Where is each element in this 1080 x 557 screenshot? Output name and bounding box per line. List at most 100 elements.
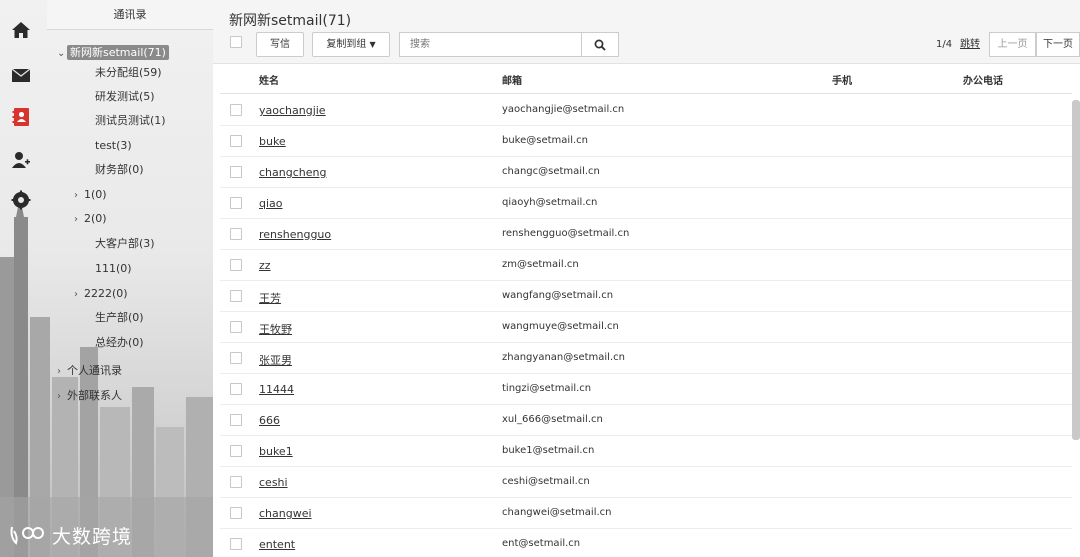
column-header-office-phone[interactable]: 办公电话: [963, 72, 1003, 87]
contact-name-link[interactable]: ceshi: [259, 476, 288, 489]
prev-page-button[interactable]: 上一页: [989, 32, 1036, 57]
tree-header: 通讯录: [47, 0, 213, 30]
tree-item[interactable]: 财务部(0): [85, 161, 144, 179]
tree-item[interactable]: 研发测试(5): [85, 88, 155, 106]
contact-email: changc@setmail.cn: [502, 166, 600, 177]
contact-name-link[interactable]: qiao: [259, 197, 283, 210]
row-checkbox[interactable]: [230, 197, 242, 209]
tree-item[interactable]: ⌄ 新网新setmail(71): [57, 44, 169, 62]
add-user-icon[interactable]: [6, 145, 36, 175]
row-checkbox[interactable]: [230, 321, 242, 333]
tree-item-label: 财务部(0): [95, 163, 144, 176]
contact-email: ceshi@setmail.cn: [502, 476, 590, 487]
table-row[interactable]: 王牧野 wangmuye@setmail.cn: [220, 312, 1072, 343]
table-row[interactable]: buke1 buke1@setmail.cn: [220, 436, 1072, 467]
contact-email: wangfang@setmail.cn: [502, 290, 614, 301]
tree-item[interactable]: › 1(0): [74, 186, 107, 204]
contact-name-link[interactable]: 11444: [259, 383, 294, 396]
main-panel: 新网新setmail(71) 写信 复制到组 ▼ 1/4 跳转 上一页 下一页: [213, 0, 1080, 557]
table-row[interactable]: yaochangjie yaochangjie@setmail.cn: [220, 95, 1072, 126]
contacts-icon[interactable]: [6, 102, 36, 132]
jump-link[interactable]: 跳转: [960, 32, 980, 57]
row-checkbox[interactable]: [230, 228, 242, 240]
toolbar: 新网新setmail(71) 写信 复制到组 ▼ 1/4 跳转 上一页 下一页: [213, 0, 1080, 64]
tree-item[interactable]: 大客户部(3): [85, 235, 155, 253]
contact-name-link[interactable]: entent: [259, 538, 295, 551]
column-header-mobile[interactable]: 手机: [832, 72, 852, 87]
search-icon: [594, 39, 606, 51]
contact-name-link[interactable]: yaochangjie: [259, 104, 326, 117]
table-row[interactable]: zz zm@setmail.cn: [220, 250, 1072, 281]
chevron-icon: ›: [74, 190, 78, 201]
page-indicator: 1/4: [936, 39, 953, 50]
table-row[interactable]: 11444 tingzi@setmail.cn: [220, 374, 1072, 405]
table-header: 姓名 邮箱 手机 办公电话: [220, 64, 1072, 94]
tree-item-label: 研发测试(5): [95, 90, 155, 103]
table-row[interactable]: 666 xul_666@setmail.cn: [220, 405, 1072, 436]
row-checkbox[interactable]: [230, 104, 242, 116]
contact-email: qiaoyh@setmail.cn: [502, 197, 598, 208]
table-row[interactable]: 王芳 wangfang@setmail.cn: [220, 281, 1072, 312]
tree-item[interactable]: 测试员测试(1): [85, 112, 166, 130]
settings-icon[interactable]: [6, 185, 36, 215]
copy-to-group-button[interactable]: 复制到组 ▼: [312, 32, 390, 57]
app-window: 通讯录 ⌄ 新网新setmail(71) 未分配组(59) 研发测试(5) 测试员测试(…: [0, 0, 1080, 557]
contact-email: yaochangjie@setmail.cn: [502, 104, 625, 115]
icon-bar: [0, 0, 42, 557]
table-row[interactable]: qiao qiaoyh@setmail.cn: [220, 188, 1072, 219]
row-checkbox[interactable]: [230, 383, 242, 395]
contact-name-link[interactable]: buke: [259, 135, 286, 148]
row-checkbox[interactable]: [230, 259, 242, 271]
scrollbar[interactable]: [1072, 100, 1080, 440]
tree-item[interactable]: 生产部(0): [85, 309, 144, 327]
row-checkbox[interactable]: [230, 290, 242, 302]
row-checkbox[interactable]: [230, 166, 242, 178]
mail-icon[interactable]: [6, 60, 36, 90]
row-checkbox[interactable]: [230, 507, 242, 519]
tree-item[interactable]: › 2222(0): [74, 285, 128, 303]
search-button[interactable]: [581, 33, 618, 56]
tree-item-label: 1(0): [84, 188, 107, 201]
contact-name-link[interactable]: zz: [259, 259, 271, 272]
table-row[interactable]: ceshi ceshi@setmail.cn: [220, 467, 1072, 498]
table-row[interactable]: changcheng changc@setmail.cn: [220, 157, 1072, 188]
tree-item[interactable]: › 个人通讯录: [57, 362, 122, 380]
contact-name-link[interactable]: 王芳: [259, 290, 281, 306]
table-row[interactable]: 张亚男 zhangyanan@setmail.cn: [220, 343, 1072, 374]
home-icon[interactable]: [6, 15, 36, 45]
row-checkbox[interactable]: [230, 445, 242, 457]
contact-name-link[interactable]: 666: [259, 414, 280, 427]
contact-tree-panel: 通讯录 ⌄ 新网新setmail(71) 未分配组(59) 研发测试(5) 测试员测试(…: [47, 0, 213, 557]
tree-item[interactable]: 总经办(0): [85, 334, 144, 352]
row-checkbox[interactable]: [230, 538, 242, 550]
write-mail-button[interactable]: 写信: [256, 32, 304, 57]
tree-item[interactable]: 未分配组(59): [85, 64, 162, 82]
tree-item-label: 2(0): [84, 212, 107, 225]
table-row[interactable]: entent ent@setmail.cn: [220, 529, 1072, 557]
watermark-logo-icon: [10, 526, 44, 545]
select-all-checkbox[interactable]: [230, 36, 242, 48]
table-row[interactable]: renshengguo renshengguo@setmail.cn: [220, 219, 1072, 250]
column-header-name[interactable]: 姓名: [259, 72, 279, 87]
row-checkbox[interactable]: [230, 135, 242, 147]
table-row[interactable]: changwei changwei@setmail.cn: [220, 498, 1072, 529]
row-checkbox[interactable]: [230, 476, 242, 488]
column-header-email[interactable]: 邮箱: [502, 72, 522, 87]
row-checkbox[interactable]: [230, 414, 242, 426]
row-checkbox[interactable]: [230, 352, 242, 364]
tree-item[interactable]: › 2(0): [74, 210, 107, 228]
search-input[interactable]: [400, 33, 580, 56]
chevron-icon: ›: [57, 391, 61, 402]
tree-item[interactable]: 111(0): [85, 260, 132, 278]
contact-name-link[interactable]: 张亚男: [259, 352, 292, 368]
contact-name-link[interactable]: changwei: [259, 507, 312, 520]
watermark: 大数跨境: [8, 522, 132, 549]
table-row[interactable]: buke buke@setmail.cn: [220, 126, 1072, 157]
tree-item[interactable]: › 外部联系人: [57, 387, 122, 405]
contact-name-link[interactable]: changcheng: [259, 166, 326, 179]
contact-name-link[interactable]: renshengguo: [259, 228, 331, 241]
contact-name-link[interactable]: buke1: [259, 445, 293, 458]
tree-item[interactable]: test(3): [85, 137, 132, 155]
contact-name-link[interactable]: 王牧野: [259, 321, 292, 337]
next-page-button[interactable]: 下一页: [1036, 32, 1080, 57]
